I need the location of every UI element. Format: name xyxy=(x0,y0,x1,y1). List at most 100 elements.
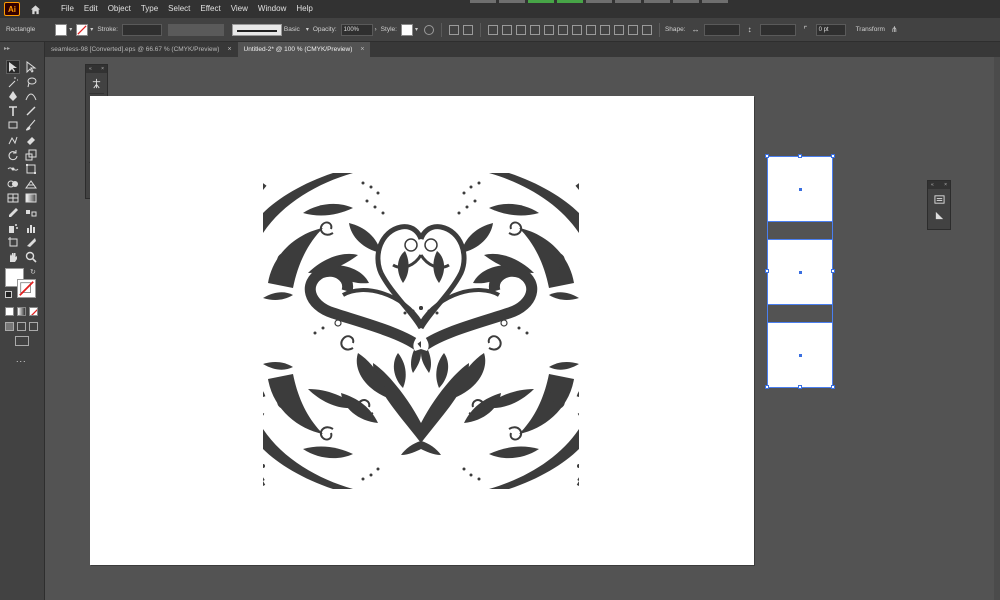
magic-wand-tool-icon[interactable] xyxy=(6,75,20,89)
symbol-sprayer-tool-icon[interactable] xyxy=(6,221,20,235)
paintbrush-tool-icon[interactable] xyxy=(24,118,38,132)
distribute-left-icon[interactable] xyxy=(613,24,624,35)
workspace-switcher[interactable] xyxy=(470,0,728,3)
align-right-icon[interactable] xyxy=(515,24,526,35)
menu-file[interactable]: File xyxy=(56,0,79,18)
tab-seamless-98[interactable]: seamless-98 [Converted].eps @ 66.67 % (C… xyxy=(45,42,238,57)
brush-dropdown-icon[interactable]: ▾ xyxy=(306,26,309,33)
align-left-icon[interactable] xyxy=(487,24,498,35)
gradient-tool-icon[interactable] xyxy=(24,191,38,205)
free-transform-tool-icon[interactable] xyxy=(24,162,38,176)
distribute-center-icon[interactable] xyxy=(627,24,638,35)
rotate-tool-icon[interactable] xyxy=(6,148,20,162)
type-tool-icon[interactable] xyxy=(6,104,20,118)
draw-normal-icon[interactable] xyxy=(5,322,14,331)
style-dropdown-icon[interactable]: ▾ xyxy=(415,26,418,33)
close-icon[interactable]: × xyxy=(227,42,231,57)
damask-pattern-artwork[interactable] xyxy=(263,173,579,489)
close-icon[interactable]: × xyxy=(944,181,947,189)
collapse-icon[interactable]: « xyxy=(89,65,92,73)
close-icon[interactable]: × xyxy=(101,65,104,73)
graphic-style-swatch[interactable] xyxy=(400,23,413,36)
distribute-top-icon[interactable] xyxy=(571,24,582,35)
scale-tool-icon[interactable] xyxy=(24,148,38,162)
rectangle-tool-icon[interactable] xyxy=(6,118,20,132)
home-icon[interactable] xyxy=(28,2,42,16)
opacity-label[interactable]: Opacity: xyxy=(313,26,337,33)
resize-handle[interactable] xyxy=(798,154,802,158)
screen-mode-icon[interactable] xyxy=(15,336,29,346)
menu-type[interactable]: Type xyxy=(136,0,163,18)
menu-window[interactable]: Window xyxy=(253,0,291,18)
stroke-weight-field[interactable] xyxy=(121,23,162,36)
resize-handle[interactable] xyxy=(798,385,802,389)
shape-builder-tool-icon[interactable] xyxy=(6,177,20,191)
resize-handle[interactable] xyxy=(831,154,835,158)
puppet-warp-icon[interactable] xyxy=(91,77,103,89)
stroke-swatch[interactable] xyxy=(17,279,36,298)
transform-options-icon[interactable]: ⋔ xyxy=(891,25,901,35)
resize-handle[interactable] xyxy=(765,269,769,273)
vertical-scrollbar[interactable] xyxy=(994,57,1000,600)
distribute-right-icon[interactable] xyxy=(641,24,652,35)
width-tool-icon[interactable] xyxy=(6,162,20,176)
layers-panel-icon[interactable] xyxy=(933,209,945,221)
pen-tool-icon[interactable] xyxy=(6,89,20,103)
resize-handle[interactable] xyxy=(765,385,769,389)
stroke-swatch[interactable] xyxy=(76,23,89,36)
tab-untitled-2[interactable]: Untitled-2* @ 100 % (CMYK/Preview) × xyxy=(237,42,371,57)
more-tools-icon[interactable]: ... xyxy=(16,354,27,364)
close-icon[interactable]: × xyxy=(360,42,364,57)
curvature-tool-icon[interactable] xyxy=(24,89,38,103)
swap-fill-stroke-icon[interactable]: ↻ xyxy=(30,268,36,276)
resize-handle[interactable] xyxy=(831,269,835,273)
align-bottom-icon[interactable] xyxy=(557,24,568,35)
distribute-middle-icon[interactable] xyxy=(585,24,596,35)
eyedropper-tool-icon[interactable] xyxy=(6,206,20,220)
menu-object[interactable]: Object xyxy=(103,0,136,18)
shape-width-field[interactable] xyxy=(703,23,740,36)
fill-stroke-widget[interactable]: ↻ xyxy=(5,268,41,302)
corner-radius-field[interactable]: 0 pt xyxy=(815,23,846,36)
menu-select[interactable]: Select xyxy=(163,0,195,18)
pattern-tile-3[interactable] xyxy=(767,322,833,388)
perspective-grid-tool-icon[interactable] xyxy=(24,177,38,191)
resize-handle[interactable] xyxy=(765,154,769,158)
shape-label[interactable]: Shape: xyxy=(665,26,686,33)
color-icon[interactable] xyxy=(5,307,14,316)
resize-handle[interactable] xyxy=(831,385,835,389)
direct-selection-tool-icon[interactable] xyxy=(24,60,38,74)
menu-help[interactable]: Help xyxy=(291,0,317,18)
transform-label[interactable]: Transform xyxy=(856,26,885,33)
gradient-icon[interactable] xyxy=(17,307,26,316)
pattern-tile-1[interactable] xyxy=(767,156,833,222)
distribute-bottom-icon[interactable] xyxy=(599,24,610,35)
selection-tool-icon[interactable] xyxy=(6,60,20,74)
expand-icon[interactable]: « xyxy=(931,181,934,189)
default-colors-icon[interactable] xyxy=(5,291,12,298)
none-icon[interactable] xyxy=(29,307,38,316)
panel-grip-icon[interactable]: ▸▸ xyxy=(0,42,44,54)
opacity-field[interactable]: 100% xyxy=(340,23,373,36)
draw-inside-icon[interactable] xyxy=(29,322,38,331)
column-graph-tool-icon[interactable] xyxy=(24,221,38,235)
lasso-tool-icon[interactable] xyxy=(24,75,38,89)
draw-behind-icon[interactable] xyxy=(17,322,26,331)
align-to-icon[interactable] xyxy=(448,24,459,35)
properties-panel-icon[interactable] xyxy=(933,193,945,205)
hand-tool-icon[interactable] xyxy=(6,250,20,264)
stroke-dropdown-icon[interactable]: ▾ xyxy=(90,26,93,33)
brush-definition[interactable] xyxy=(231,23,282,36)
eraser-tool-icon[interactable] xyxy=(24,133,38,147)
mesh-tool-icon[interactable] xyxy=(6,191,20,205)
opacity-dropdown-icon[interactable]: › xyxy=(375,27,377,33)
shaper-tool-icon[interactable] xyxy=(6,133,20,147)
variable-width-profile[interactable] xyxy=(167,23,224,36)
pattern-tile-2[interactable] xyxy=(767,239,833,305)
menu-edit[interactable]: Edit xyxy=(79,0,103,18)
align-middle-icon[interactable] xyxy=(543,24,554,35)
shape-height-field[interactable] xyxy=(759,23,796,36)
line-segment-tool-icon[interactable] xyxy=(24,104,38,118)
align-center-icon[interactable] xyxy=(501,24,512,35)
menu-view[interactable]: View xyxy=(226,0,253,18)
